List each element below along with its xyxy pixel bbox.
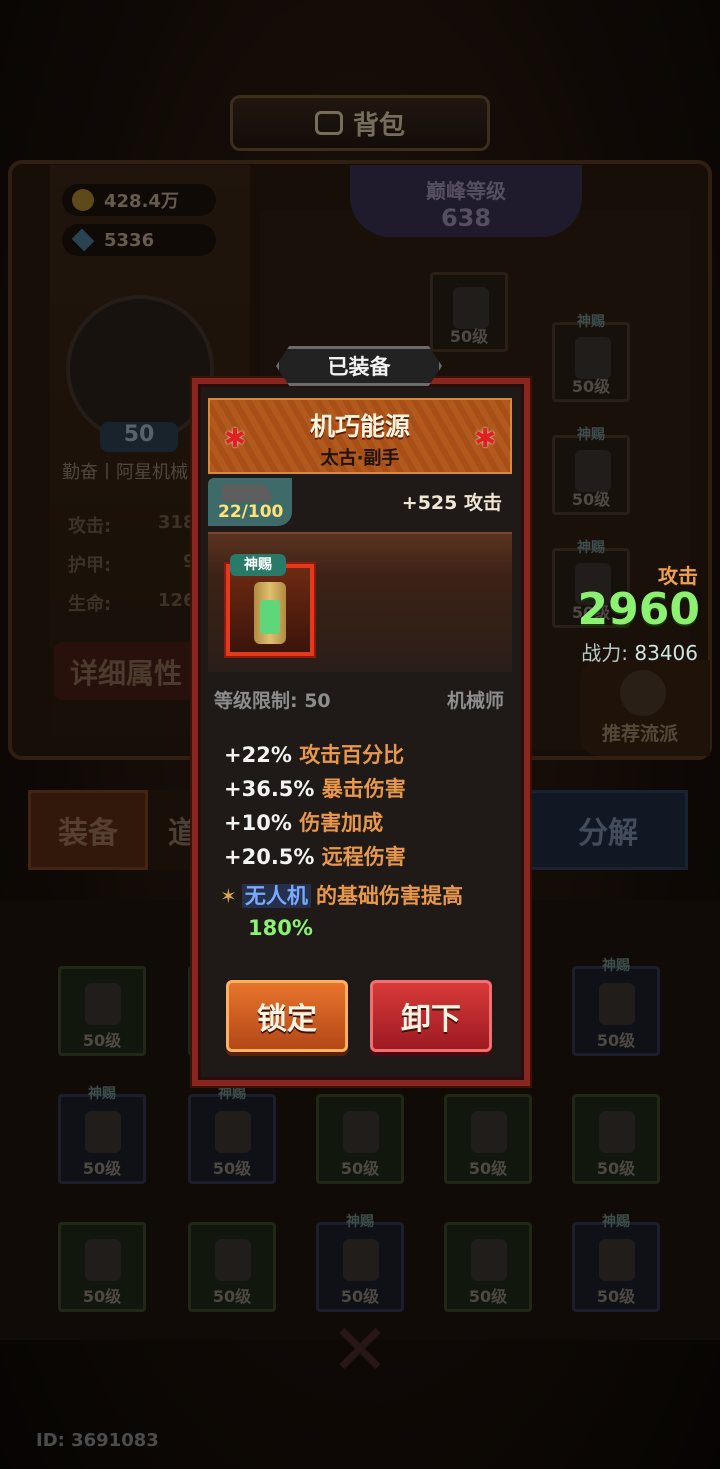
forge-row: 22/100 +525 攻击: [208, 478, 504, 526]
attribute-line: +22% 攻击百分比: [224, 738, 406, 772]
attribute-name: 攻击百分比: [299, 743, 405, 767]
star-icon: ✶: [220, 884, 237, 908]
attribute-line: +36.5% 暴击伤害: [224, 772, 406, 806]
forge-count: 22/100: [218, 502, 284, 522]
attribute-value: +20.5%: [224, 845, 315, 869]
passive-skill-name: 无人机: [241, 884, 311, 908]
requirements-row: 等级限制: 50 机械师: [214, 686, 504, 713]
lock-button[interactable]: 锁定: [226, 980, 348, 1052]
item-subtitle: 太古·副手: [320, 448, 400, 469]
item-icon: 神赐: [224, 554, 316, 658]
main-stat-value: 2960: [577, 584, 700, 635]
combat-power: 战力: 83406: [581, 637, 698, 666]
unequip-button[interactable]: 卸下: [370, 980, 492, 1052]
divine-tag: 神赐: [230, 554, 286, 576]
attribute-value: +36.5%: [224, 777, 315, 801]
canister-liquid: [260, 600, 280, 634]
item-name: 机巧能源: [309, 412, 410, 441]
attribute-name: 暴击伤害: [321, 777, 406, 801]
power-label: 战力:: [581, 641, 629, 665]
anvil-icon: [222, 484, 272, 502]
attribute-line: +20.5% 远程伤害: [224, 840, 406, 874]
item-header: 机巧能源 太古·副手 ✱ ✱: [208, 398, 512, 474]
equipped-tag: 已装备: [276, 346, 442, 386]
attribute-name: 远程伤害: [321, 845, 406, 869]
forge-progress[interactable]: 22/100: [208, 478, 292, 526]
passive-effect: ✶ 无人机 的基础伤害提高 180%: [220, 880, 520, 940]
passive-description: 的基础伤害提高: [315, 884, 463, 908]
class-requirement: 机械师: [446, 690, 504, 712]
forge-bonus: +525 攻击: [401, 492, 502, 514]
attribute-list: +22% 攻击百分比 +36.5% 暴击伤害 +10% 伤害加成 +20.5% …: [224, 738, 406, 874]
attribute-value: +22%: [224, 743, 292, 767]
star-icon: ✱: [474, 424, 496, 454]
energy-canister-icon: [254, 582, 286, 644]
attribute-name: 伤害加成: [299, 811, 384, 835]
passive-value: 180%: [248, 916, 313, 940]
attribute-line: +10% 伤害加成: [224, 806, 406, 840]
star-icon: ✱: [224, 424, 246, 454]
power-value: 83406: [634, 641, 698, 665]
attribute-value: +10%: [224, 811, 292, 835]
level-requirement: 等级限制: 50: [214, 690, 331, 712]
